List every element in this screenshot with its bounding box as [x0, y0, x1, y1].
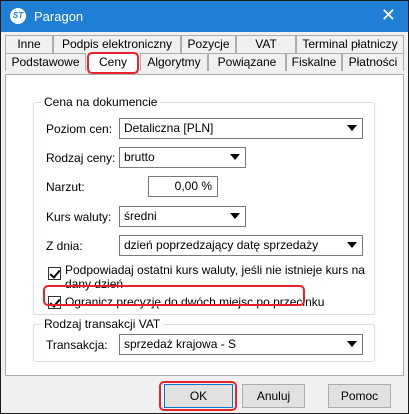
tab-fiskalne[interactable]: Fiskalne — [286, 53, 342, 71]
narzut-input[interactable]: 0,00 % — [148, 176, 218, 197]
chevron-down-icon — [230, 213, 240, 219]
precision-label: Ogranicz precyzję do dwóch miejsc po prz… — [65, 295, 325, 309]
tab-podpis-elektroniczny[interactable]: Podpis elektroniczny — [53, 35, 181, 53]
ok-button[interactable]: OK — [164, 384, 233, 408]
tab-strip: Inne Podpis elektroniczny Pozycje VAT Te… — [1, 32, 408, 76]
rodzaj-ceny-label: Rodzaj ceny: — [46, 151, 116, 165]
close-icon[interactable]: ✕ — [381, 5, 396, 25]
poziom-cen-label: Poziom cen: — [46, 122, 113, 136]
precision-checkbox[interactable] — [48, 296, 61, 309]
price-group: Cena na dokumencie Poziom cen: Detaliczn… — [33, 95, 375, 315]
kurs-waluty-select[interactable]: średni — [119, 206, 246, 227]
checkmark-icon — [49, 296, 61, 308]
tab-inne[interactable]: Inne — [5, 35, 53, 53]
tab-platnosci[interactable]: Płatności — [342, 53, 404, 71]
help-button[interactable]: Pomoc — [328, 384, 391, 408]
z-dnia-value: dzień poprzedzający datę sprzedaży — [124, 238, 319, 252]
price-group-title: Cena na dokumencie — [41, 95, 161, 109]
tab-pozycje[interactable]: Pozycje — [181, 35, 236, 53]
chevron-down-icon — [347, 242, 357, 248]
tab-terminal-platniczy[interactable]: Terminal płatniczy — [296, 35, 404, 53]
rodzaj-ceny-select[interactable]: brutto — [119, 147, 246, 168]
rodzaj-ceny-value: brutto — [124, 150, 155, 164]
app-logo-icon: ST — [10, 8, 26, 24]
poziom-cen-value: Detaliczna [PLN] — [124, 121, 214, 135]
kurs-waluty-label: Kurs waluty: — [46, 210, 112, 224]
kurs-waluty-value: średni — [124, 209, 157, 223]
vat-group-title: Rodzaj transakcji VAT — [41, 317, 164, 331]
tab-content-ceny: Cena na dokumencie Poziom cen: Detaliczn… — [5, 74, 404, 376]
vat-group: Rodzaj transakcji VAT Transakcja: sprzed… — [33, 317, 375, 362]
window-title: Paragon — [34, 9, 84, 24]
suggest-rate-label-line2: dany dzień — [65, 277, 124, 291]
transakcja-label: Transakcja: — [46, 338, 108, 352]
suggest-rate-label-line1: Podpowiadaj ostatni kurs waluty, jeśli n… — [65, 263, 365, 277]
poziom-cen-select[interactable]: Detaliczna [PLN] — [119, 118, 363, 139]
z-dnia-select[interactable]: dzień poprzedzający datę sprzedaży — [119, 235, 363, 256]
suggest-rate-checkbox[interactable] — [48, 267, 61, 280]
tab-podstawowe[interactable]: Podstawowe — [5, 53, 86, 71]
tab-ceny[interactable]: Ceny — [88, 53, 138, 74]
dialog-window: ST Paragon ✕ Inne Podpis elektroniczny P… — [0, 0, 409, 414]
tab-powiazane[interactable]: Powiązane — [208, 53, 286, 71]
narzut-label: Narzut: — [46, 180, 85, 194]
tab-algorytmy[interactable]: Algorytmy — [140, 53, 208, 71]
chevron-down-icon — [230, 154, 240, 160]
chevron-down-icon — [347, 341, 357, 347]
transakcja-value: sprzedaż krajowa - S — [124, 337, 237, 351]
checkmark-icon — [49, 267, 61, 279]
title-bar[interactable]: ST Paragon ✕ — [1, 1, 408, 32]
chevron-down-icon — [347, 125, 357, 131]
tab-vat[interactable]: VAT — [236, 35, 296, 53]
cancel-button[interactable]: Anuluj — [242, 384, 305, 408]
transakcja-select[interactable]: sprzedaż krajowa - S — [119, 334, 363, 355]
z-dnia-label: Z dnia: — [46, 239, 83, 253]
